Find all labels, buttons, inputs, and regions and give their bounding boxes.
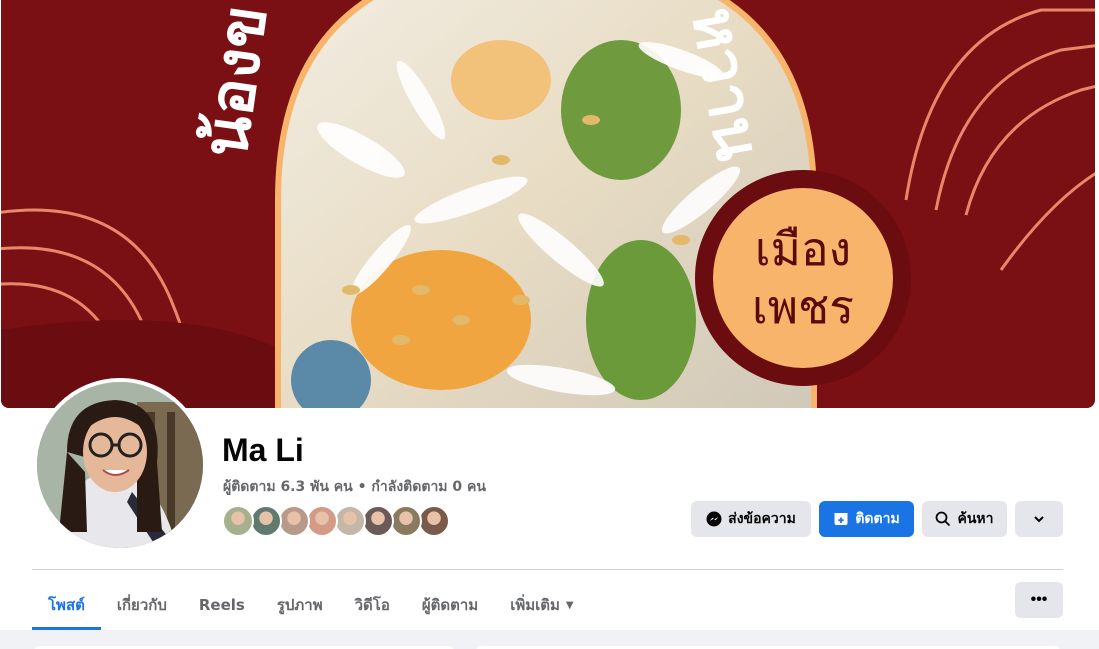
search-icon xyxy=(936,511,951,527)
follower-avatar[interactable] xyxy=(418,505,450,537)
tab-more[interactable]: เพิ่มเติม ▼ xyxy=(494,580,589,630)
follower-avatar[interactable] xyxy=(306,505,338,537)
follower-avatar[interactable] xyxy=(222,505,254,537)
tab-about[interactable]: เกี่ยวกับ xyxy=(101,580,183,630)
follow-button-label: ติดตาม xyxy=(855,511,900,527)
profile-stats[interactable]: ผู้ติดตาม 6.3 พัน คน • กำลังติดตาม 0 คน xyxy=(223,476,486,498)
profile-name: Ma Li xyxy=(222,432,304,468)
cover-badge: เมือง เพชร xyxy=(713,188,893,368)
follower-avatars[interactable] xyxy=(222,505,450,537)
badge-line-2: เพชร xyxy=(752,280,854,334)
tab-label: เกี่ยวกับ xyxy=(116,596,167,614)
follower-avatar[interactable] xyxy=(390,505,422,537)
tab-posts[interactable]: โพสต์ xyxy=(32,580,101,630)
profile-avatar[interactable] xyxy=(33,378,207,552)
ellipsis-icon: ••• xyxy=(1030,591,1048,608)
tab-label: Reels xyxy=(198,596,245,614)
profile-page: เมือง เพชร น้องข หวาน Ma Li ผู้ติดตาม 6.… xyxy=(0,0,1099,649)
tab-label: เพิ่มเติม xyxy=(510,596,560,614)
divider xyxy=(32,569,1063,570)
search-button[interactable]: ค้นหา xyxy=(922,501,1007,537)
follow-icon xyxy=(834,513,848,525)
messenger-icon xyxy=(706,511,722,527)
follower-avatar[interactable] xyxy=(362,505,394,537)
cover-photo[interactable]: เมือง เพชร น้องข หวาน xyxy=(1,0,1095,408)
tab-reels[interactable]: Reels xyxy=(183,580,261,630)
tab-followers[interactable]: ผู้ติดตาม xyxy=(406,580,494,630)
tab-label: โพสต์ xyxy=(48,596,85,614)
follower-avatar[interactable] xyxy=(334,505,366,537)
tab-photos[interactable]: รูปภาพ xyxy=(261,580,339,630)
message-button[interactable]: ส่งข้อความ xyxy=(691,501,811,537)
tab-label: วิดีโอ xyxy=(354,596,390,614)
search-button-label: ค้นหา xyxy=(957,511,994,527)
avatar-photo xyxy=(37,382,203,548)
tabs-overflow-button[interactable]: ••• xyxy=(1015,582,1063,618)
message-button-label: ส่งข้อความ xyxy=(728,511,796,527)
tab-videos[interactable]: วิดีโอ xyxy=(339,580,406,630)
cover-artwork xyxy=(1,0,1095,408)
follower-avatar[interactable] xyxy=(250,505,282,537)
tab-label: รูปภาพ xyxy=(276,596,323,614)
caret-down-icon: ▼ xyxy=(565,599,574,611)
more-actions-button[interactable] xyxy=(1015,501,1063,537)
profile-tabs: โพสต์ เกี่ยวกับ Reels รูปภาพ วิดีโอ ผู้ต… xyxy=(32,580,590,630)
tab-label: ผู้ติดตาม xyxy=(421,596,479,614)
chevron-down-icon xyxy=(1034,516,1044,523)
badge-line-1: เมือง xyxy=(754,222,852,276)
follower-avatar[interactable] xyxy=(278,505,310,537)
follow-button[interactable]: ติดตาม xyxy=(819,501,914,537)
